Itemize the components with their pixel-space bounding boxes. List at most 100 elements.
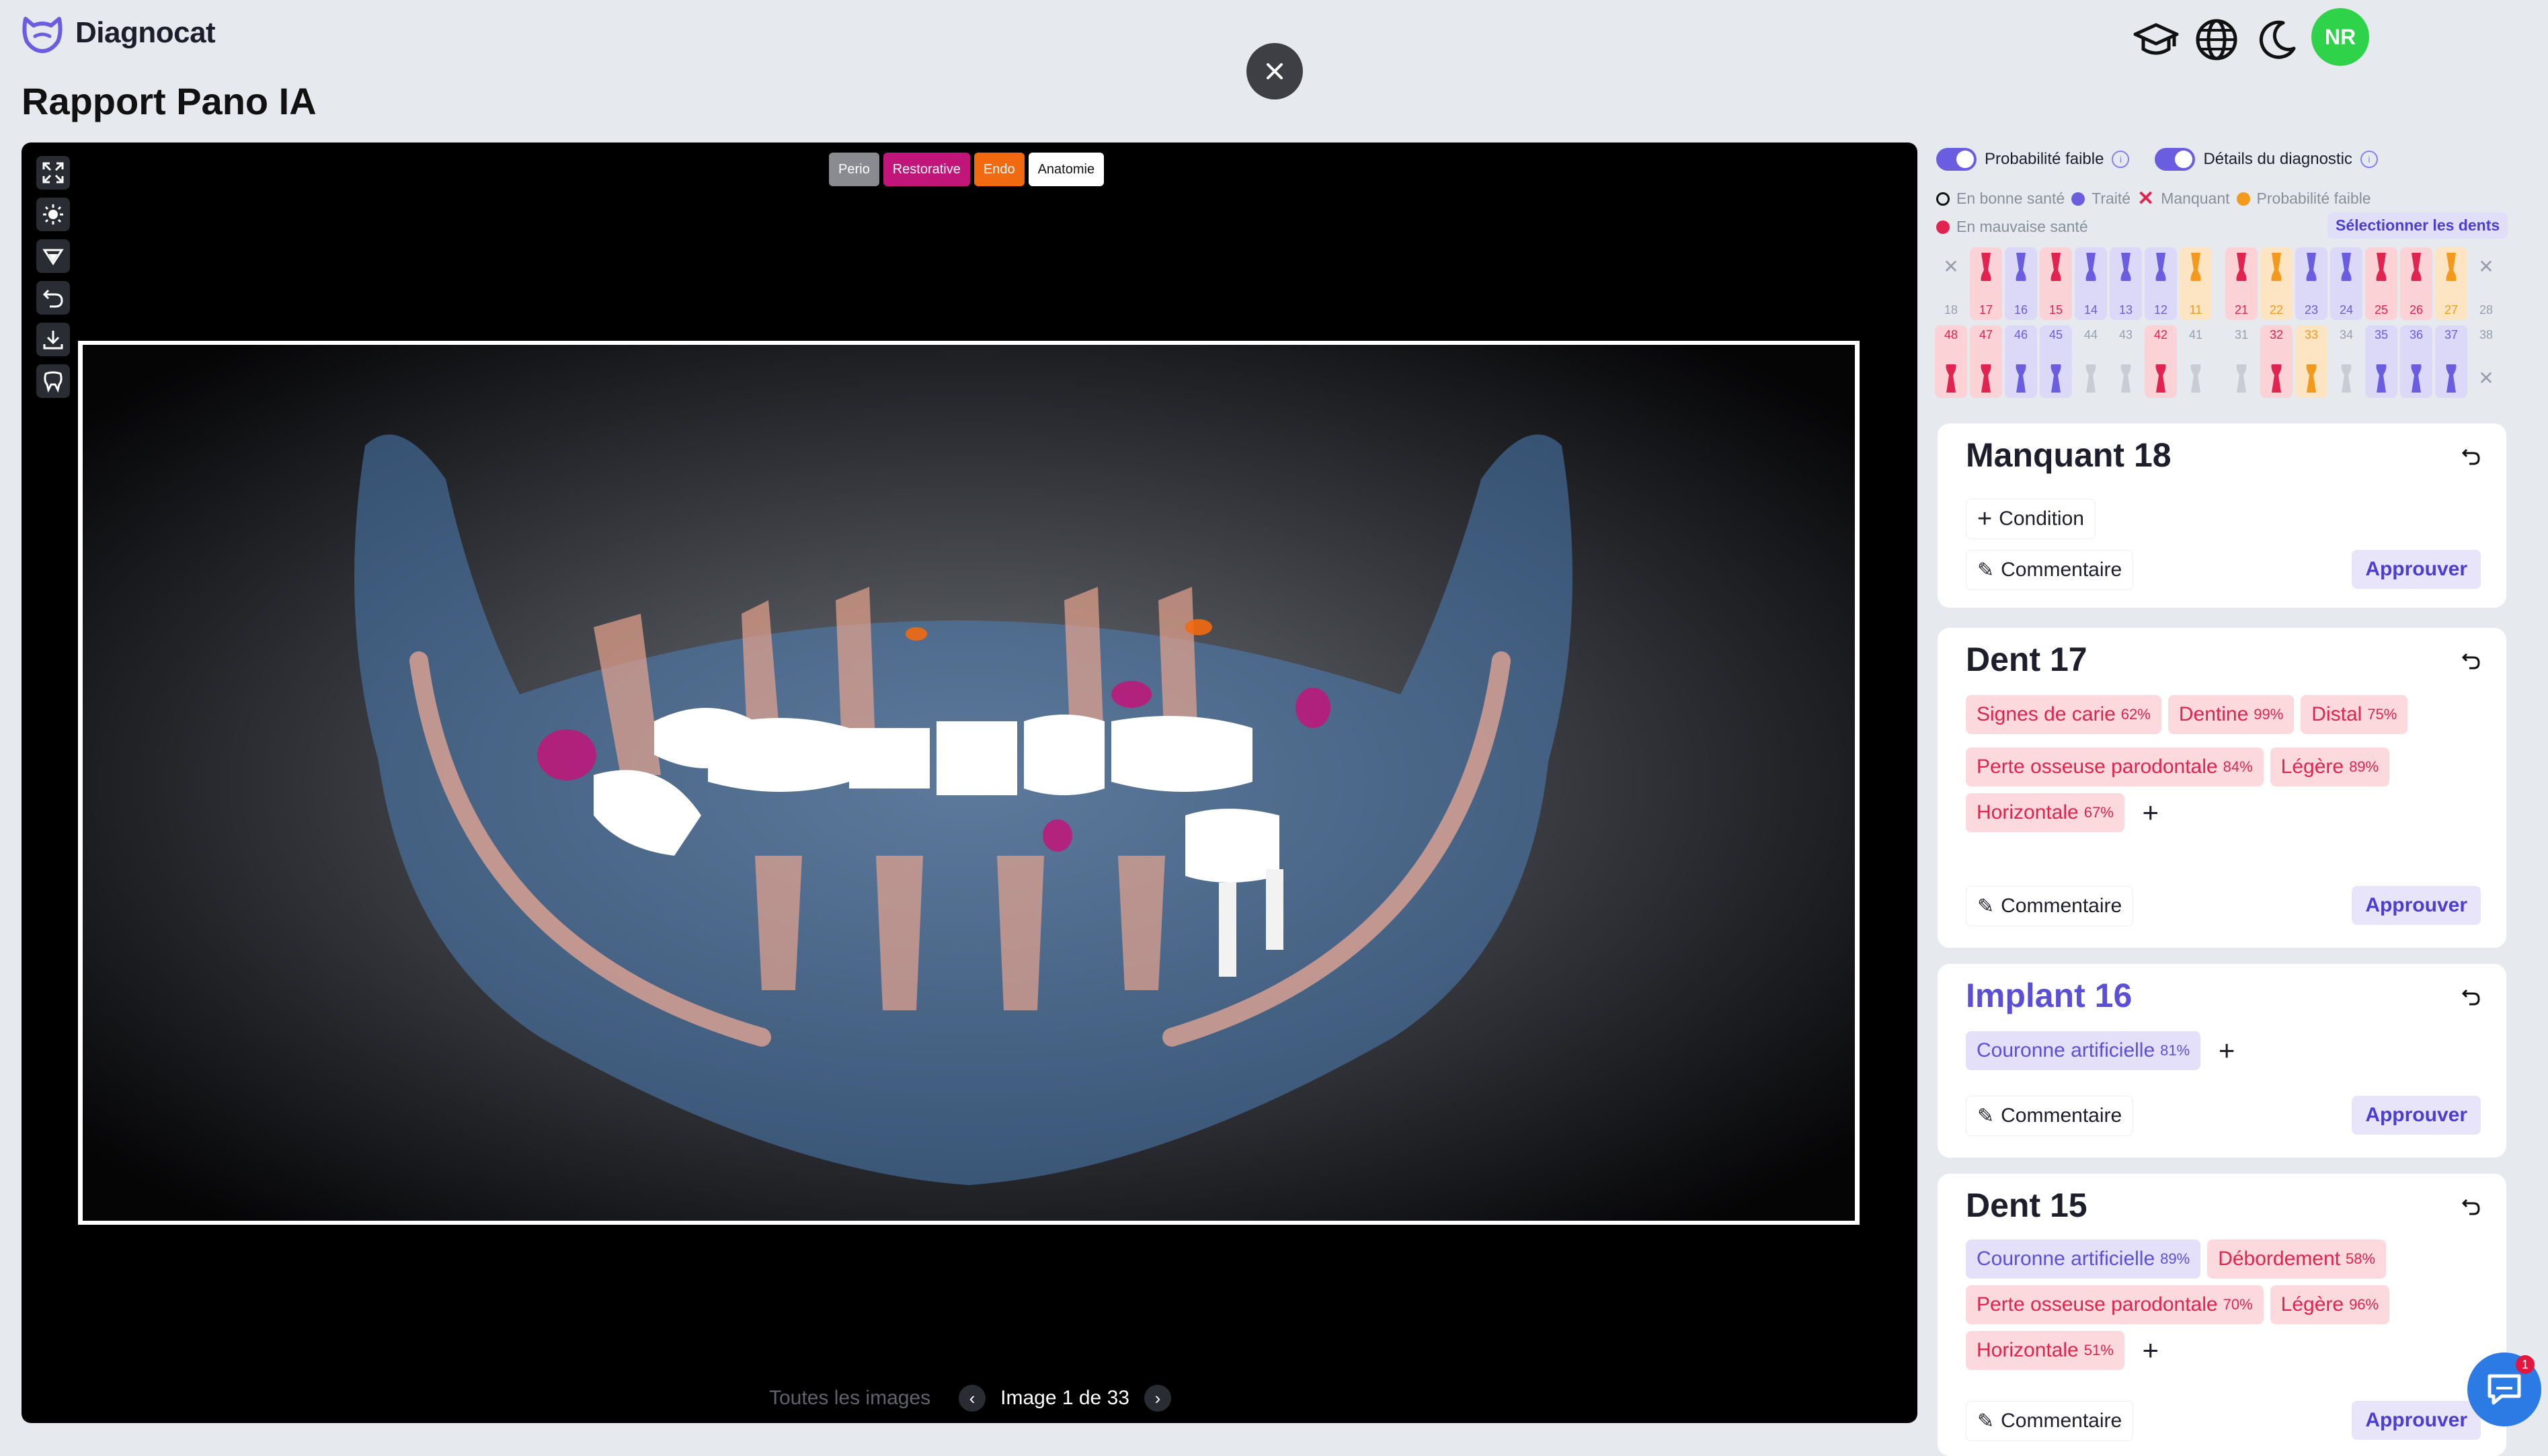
layer-perio[interactable]: Perio [829, 153, 879, 186]
undo-tool[interactable] [36, 281, 70, 315]
graduation-cap-icon [2133, 23, 2179, 55]
legend-unhealthy: En mauvaise santé [1956, 218, 2088, 235]
low-probability-dot-icon [2236, 192, 2250, 206]
download-tool[interactable] [36, 323, 70, 356]
invert-tool[interactable] [36, 239, 70, 273]
xray-viewer[interactable]: Perio Restorative Endo Anatomie Toutes l… [22, 143, 1917, 1423]
undo-button[interactable] [2457, 1192, 2486, 1222]
tooth-46[interactable]: 46 [2005, 325, 2037, 398]
fullscreen-tool[interactable] [36, 156, 70, 190]
tooth-33[interactable]: 33 [2295, 325, 2327, 398]
tooth-38[interactable]: 38 ✕ [2470, 325, 2502, 398]
finding-chip[interactable]: Légère 89% [2270, 747, 2390, 786]
finding-chip[interactable]: Débordement 58% [2207, 1240, 2387, 1279]
tooth-number: 34 [2339, 328, 2354, 341]
support-chat-button[interactable]: 1 [2467, 1352, 2541, 1426]
tooth-37[interactable]: 37 [2435, 325, 2467, 398]
add-finding-button[interactable]: + [2131, 793, 2170, 832]
finding-chip[interactable]: Horizontale 51% [1966, 1331, 2124, 1370]
tooth-28[interactable]: ✕ 28 [2470, 247, 2502, 320]
tooth-12[interactable]: 12 [2145, 247, 2177, 320]
comment-button[interactable]: ✎ Commentaire [1966, 1401, 2134, 1441]
unhealthy-dot-icon [1936, 220, 1950, 234]
finding-chip[interactable]: Dentine 99% [2167, 695, 2295, 734]
finding-chip[interactable]: Perte osseuse parodontale 70% [1966, 1285, 2264, 1324]
all-images-link[interactable]: Toutes les images [769, 1387, 930, 1410]
approve-button[interactable]: Approuver [2352, 1096, 2481, 1135]
tooth-22[interactable]: 22 [2260, 247, 2293, 320]
tooth-48[interactable]: 48 [1935, 325, 1967, 398]
panoramic-xray-image[interactable] [78, 341, 1860, 1225]
download-icon [43, 331, 63, 350]
finding-chip[interactable]: Signes de carie 62% [1966, 695, 2161, 734]
finding-chip[interactable]: Horizontale 67% [1966, 793, 2124, 832]
tooth-16[interactable]: 16 [2005, 247, 2037, 320]
add-finding-button[interactable]: + [2207, 1031, 2246, 1070]
masks-tool[interactable] [36, 364, 70, 398]
tooth-41[interactable]: 41 [2180, 325, 2212, 398]
approve-button[interactable]: Approuver [2352, 886, 2481, 925]
info-icon[interactable]: i [2112, 151, 2130, 168]
undo-icon [42, 289, 63, 308]
tooth-15[interactable]: 15 [2040, 247, 2072, 320]
tooth-45[interactable]: 45 [2040, 325, 2072, 398]
comment-button[interactable]: ✎ Commentaire [1966, 1096, 2134, 1136]
tooth-icon [2016, 364, 2026, 393]
tooth-number: 26 [2409, 303, 2424, 317]
prev-image-button[interactable]: ‹ [959, 1385, 986, 1412]
tooth-42[interactable]: 42 [2145, 325, 2177, 398]
next-image-button[interactable]: › [1144, 1385, 1171, 1412]
brightness-tool[interactable] [36, 198, 70, 231]
layer-endo[interactable]: Endo [973, 153, 1025, 186]
tooth-36[interactable]: 36 [2400, 325, 2432, 398]
tooth-23[interactable]: 23 [2295, 247, 2327, 320]
finding-chip[interactable]: Couronne artificielle 81% [1966, 1031, 2201, 1070]
layer-restorative[interactable]: Restorative [883, 153, 970, 186]
approve-button[interactable]: Approuver [2352, 1401, 2481, 1440]
approve-button[interactable]: Approuver [2352, 550, 2481, 589]
comment-button[interactable]: ✎ Commentaire [1966, 886, 2134, 926]
undo-button[interactable] [2457, 647, 2486, 676]
card-title: Implant 16 [1966, 977, 2133, 1014]
add-finding-button[interactable]: + [2131, 1331, 2170, 1370]
layer-anatomie[interactable]: Anatomie [1028, 153, 1105, 186]
tooth-26[interactable]: 26 [2400, 247, 2432, 320]
comment-button[interactable]: ✎ Commentaire [1966, 550, 2134, 590]
tooth-43[interactable]: 43 [2110, 325, 2142, 398]
tooth-24[interactable]: 24 [2330, 247, 2362, 320]
tooth-44[interactable]: 44 [2075, 325, 2107, 398]
tooth-18[interactable]: ✕ 18 [1935, 247, 1967, 320]
add-condition-button[interactable]: + Condition [1966, 499, 2096, 539]
finding-chip[interactable]: Perte osseuse parodontale 84% [1966, 747, 2264, 786]
tooth-13[interactable]: 13 [2110, 247, 2142, 320]
tooth-14[interactable]: 14 [2075, 247, 2107, 320]
language-button[interactable] [2190, 13, 2243, 66]
select-teeth-button[interactable]: Sélectionner les dents [2327, 212, 2508, 239]
tooth-21[interactable]: 21 [2225, 247, 2258, 320]
tooth-17[interactable]: 17 [1970, 247, 2002, 320]
tooth-icon [2376, 364, 2387, 393]
finding-chip[interactable]: Légère 96% [2270, 1285, 2390, 1324]
finding-chip[interactable]: Couronne artificielle 89% [1966, 1240, 2201, 1279]
low-probability-toggle[interactable] [1936, 148, 1977, 171]
app-logo[interactable]: Diagnocat [20, 12, 216, 54]
diagnosis-details-toggle[interactable] [2155, 148, 2196, 171]
finding-chip[interactable]: Distal 75% [2301, 695, 2408, 734]
user-avatar[interactable]: NR [2311, 8, 2369, 66]
undo-button[interactable] [2457, 442, 2486, 472]
tooth-31[interactable]: 31 [2225, 325, 2258, 398]
tooth-47[interactable]: 47 [1970, 325, 2002, 398]
dark-mode-button[interactable] [2251, 13, 2303, 66]
close-button[interactable] [1246, 43, 1303, 99]
education-button[interactable] [2130, 13, 2182, 66]
probability-percent: 96% [2349, 1296, 2379, 1313]
tooth-35[interactable]: 35 [2365, 325, 2397, 398]
tooth-34[interactable]: 34 [2330, 325, 2362, 398]
info-icon[interactable]: i [2360, 151, 2378, 168]
tooth-27[interactable]: 27 [2435, 247, 2467, 320]
tooth-25[interactable]: 25 [2365, 247, 2397, 320]
tooth-11[interactable]: 11 [2180, 247, 2212, 320]
tooth-32[interactable]: 32 [2260, 325, 2293, 398]
tooth-icon [1981, 364, 1991, 393]
undo-button[interactable] [2457, 983, 2486, 1012]
